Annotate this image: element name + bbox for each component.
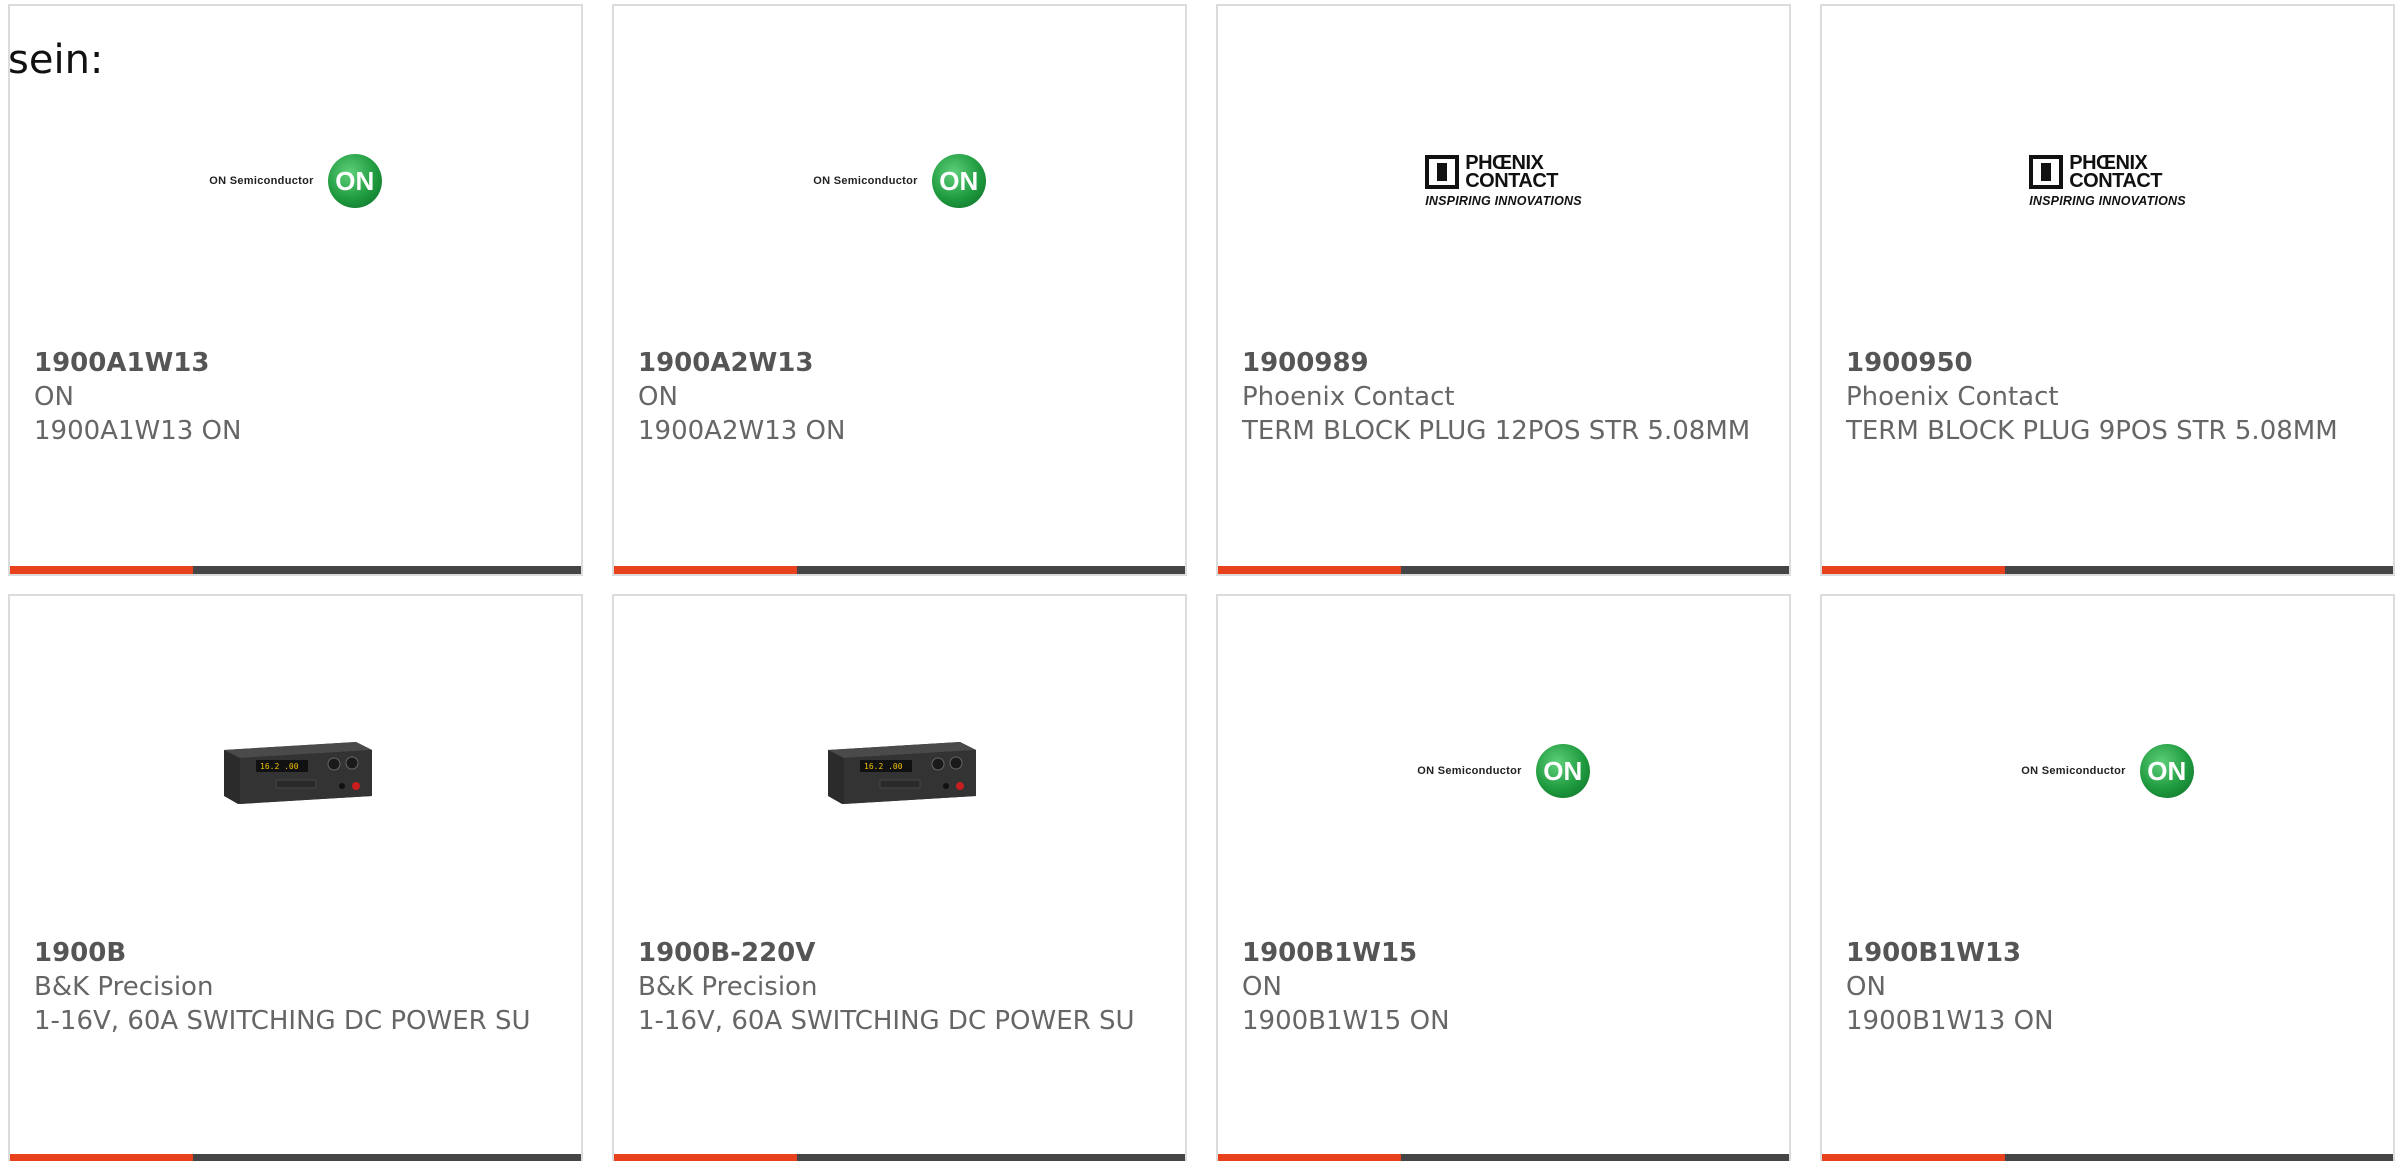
manufacturer: Phoenix Contact	[1846, 382, 2059, 412]
product-info: 1900950 Phoenix Contact TERM BLOCK PLUG …	[1846, 346, 2369, 448]
manufacturer: B&K Precision	[638, 972, 818, 1002]
phoenix-mark-icon	[1425, 155, 1460, 189]
product-card[interactable]: ON Semiconductor ON 1900B1W15 ON 1900B1W…	[1216, 594, 1791, 1161]
product-info: 1900B-220V B&K Precision 1-16V, 60A SWIT…	[638, 936, 1161, 1038]
product-image: ON Semiconductor ON	[1218, 691, 1789, 851]
card-accent	[1218, 566, 1401, 574]
phoenix-contact-logo: PHŒNIX CONTACT INSPIRING INNOVATIONS	[2029, 153, 2186, 208]
part-number[interactable]: 1900B1W13	[1846, 936, 2369, 970]
logo-wordmark: ON Semiconductor	[209, 175, 314, 187]
phoenix-contact-logo: PHŒNIX CONTACT INSPIRING INNOVATIONS	[1425, 153, 1582, 208]
product-card[interactable]: 16.2 .00 1900B B&K Precision 1-16V, 60A …	[8, 594, 583, 1161]
manufacturer: ON	[34, 382, 74, 412]
part-number[interactable]: 1900A1W13	[34, 346, 557, 380]
card-footer-bar	[1218, 1154, 1789, 1161]
on-semiconductor-logo: ON Semiconductor ON	[813, 154, 986, 208]
part-number[interactable]: 1900989	[1242, 346, 1765, 380]
logo-line-2: CONTACT	[1465, 170, 1559, 192]
part-number[interactable]: 1900B1W15	[1242, 936, 1765, 970]
card-accent	[10, 1154, 193, 1161]
product-grid: ON Semiconductor ON 1900A1W13 ON 1900A1W…	[0, 0, 2400, 1161]
card-accent	[1218, 1154, 1401, 1161]
description: 1900B1W15 ON	[1242, 1006, 1450, 1036]
description: 1-16V, 60A SWITCHING DC POWER SU	[638, 1006, 1135, 1036]
product-card[interactable]: ON Semiconductor ON 1900A2W13 ON 1900A2W…	[612, 4, 1187, 576]
manufacturer: ON	[638, 382, 678, 412]
product-info: 1900B1W13 ON 1900B1W13 ON	[1846, 936, 2369, 1038]
display-readout: 16.2 .00	[864, 762, 903, 771]
product-card[interactable]: PHŒNIX CONTACT INSPIRING INNOVATIONS 190…	[1216, 4, 1791, 576]
description: 1-16V, 60A SWITCHING DC POWER SU	[34, 1006, 531, 1036]
power-supply-image: 16.2 .00	[827, 742, 976, 804]
manufacturer: Phoenix Contact	[1242, 382, 1455, 412]
product-image: 16.2 .00	[10, 691, 581, 851]
card-footer-bar	[614, 1154, 1185, 1161]
card-footer-bar	[1822, 566, 2393, 574]
manufacturer: ON	[1846, 972, 1886, 1002]
card-accent	[1822, 566, 2005, 574]
logo-wordmark: ON Semiconductor	[2021, 765, 2126, 777]
description: 1900A2W13 ON	[638, 416, 846, 446]
card-footer-bar	[614, 566, 1185, 574]
partial-heading-text: sein:	[8, 37, 104, 83]
product-info: 1900A1W13 ON 1900A1W13 ON	[34, 346, 557, 448]
description: TERM BLOCK PLUG 9POS STR 5.08MM	[1846, 416, 2338, 446]
product-image: ON Semiconductor ON	[10, 101, 581, 261]
part-number[interactable]: 1900950	[1846, 346, 2369, 380]
card-accent	[614, 1154, 797, 1161]
part-number[interactable]: 1900B	[34, 936, 557, 970]
logo-tagline: INSPIRING INNOVATIONS	[2029, 194, 2186, 208]
power-supply-image: 16.2 .00	[223, 742, 372, 804]
product-info: 1900989 Phoenix Contact TERM BLOCK PLUG …	[1242, 346, 1765, 448]
display-readout: 16.2 .00	[260, 762, 299, 771]
logo-wordmark: ON Semiconductor	[1417, 765, 1522, 777]
manufacturer: ON	[1242, 972, 1282, 1002]
product-card[interactable]: ON Semiconductor ON 1900B1W13 ON 1900B1W…	[1820, 594, 2395, 1161]
description: 1900A1W13 ON	[34, 416, 242, 446]
card-accent	[10, 566, 193, 574]
logo-wordmark: ON Semiconductor	[813, 175, 918, 187]
on-badge-icon: ON	[1535, 744, 1590, 798]
product-info: 1900B B&K Precision 1-16V, 60A SWITCHING…	[34, 936, 557, 1038]
description: TERM BLOCK PLUG 12POS STR 5.08MM	[1242, 416, 1751, 446]
product-image: 16.2 .00	[614, 691, 1185, 851]
part-number[interactable]: 1900B-220V	[638, 936, 1161, 970]
manufacturer: B&K Precision	[34, 972, 214, 1002]
card-footer-bar	[1218, 566, 1789, 574]
card-accent	[1822, 1154, 2005, 1161]
on-badge-icon: ON	[327, 154, 382, 208]
product-card[interactable]: 16.2 .00 1900B-220V B&K Precision 1-16V,…	[612, 594, 1187, 1161]
product-image: PHŒNIX CONTACT INSPIRING INNOVATIONS	[1218, 101, 1789, 261]
description: 1900B1W13 ON	[1846, 1006, 2054, 1036]
logo-line-2: CONTACT	[2069, 170, 2163, 192]
on-badge-icon: ON	[2139, 744, 2194, 798]
card-footer-bar	[10, 1154, 581, 1161]
card-accent	[614, 566, 797, 574]
card-footer-bar	[10, 566, 581, 574]
product-info: 1900A2W13 ON 1900A2W13 ON	[638, 346, 1161, 448]
on-badge-icon: ON	[931, 154, 986, 208]
product-info: 1900B1W15 ON 1900B1W15 ON	[1242, 936, 1765, 1038]
product-image: ON Semiconductor ON	[1822, 691, 2393, 851]
phoenix-mark-icon	[2029, 155, 2064, 189]
product-card[interactable]: PHŒNIX CONTACT INSPIRING INNOVATIONS 190…	[1820, 4, 2395, 576]
product-image: ON Semiconductor ON	[614, 101, 1185, 261]
on-semiconductor-logo: ON Semiconductor ON	[1417, 744, 1590, 798]
on-semiconductor-logo: ON Semiconductor ON	[2021, 744, 2194, 798]
card-footer-bar	[1822, 1154, 2393, 1161]
part-number[interactable]: 1900A2W13	[638, 346, 1161, 380]
on-semiconductor-logo: ON Semiconductor ON	[209, 154, 382, 208]
logo-tagline: INSPIRING INNOVATIONS	[1425, 194, 1582, 208]
product-image: PHŒNIX CONTACT INSPIRING INNOVATIONS	[1822, 101, 2393, 261]
